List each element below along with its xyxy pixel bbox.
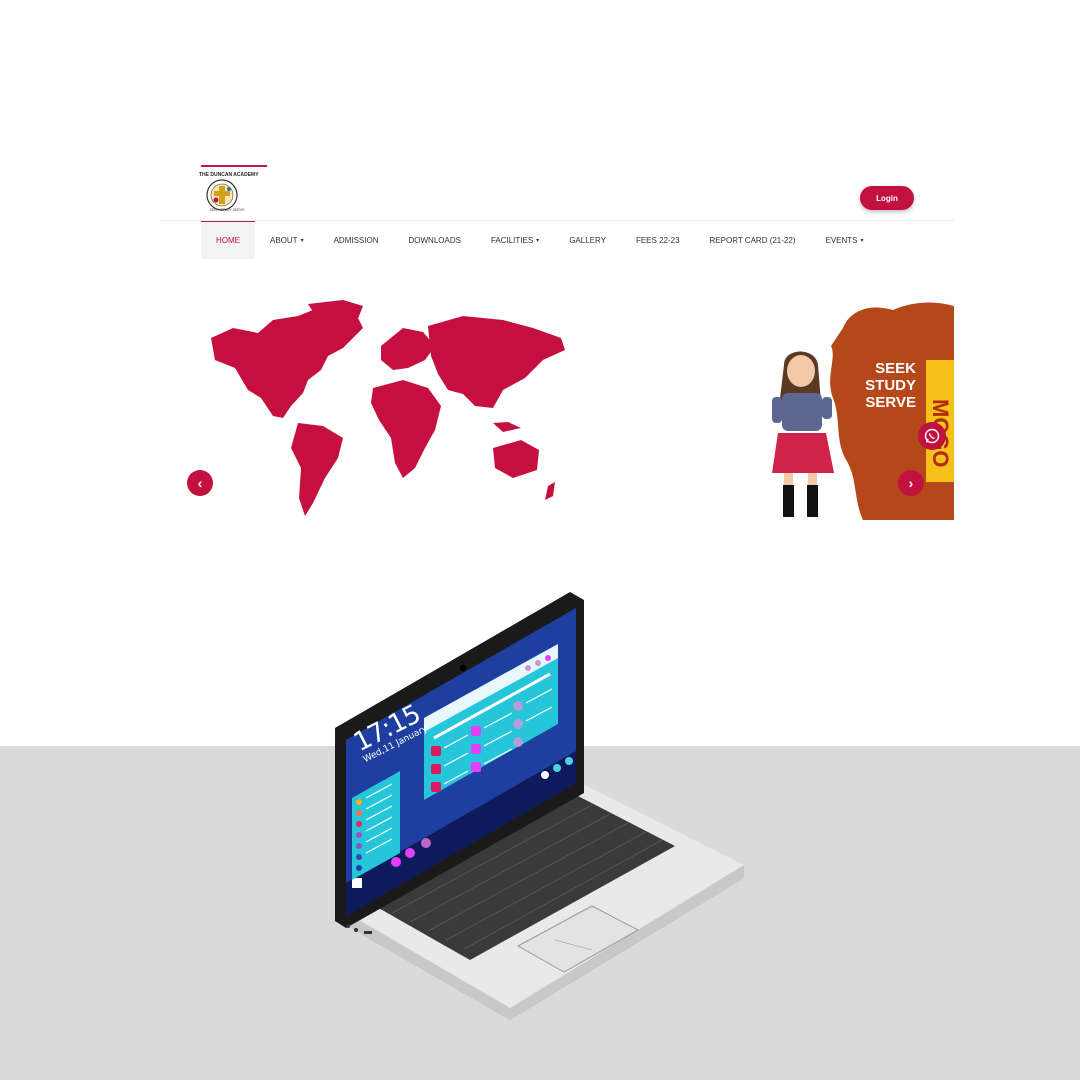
nav-label: HOME	[216, 236, 240, 245]
nav-label: REPORT CARD (21-22)	[709, 235, 796, 245]
website-screenshot: THE DUNCAN ACADEMY SEEK STUDY SERVE Logi…	[161, 160, 954, 520]
slogan-study: STUDY	[865, 377, 916, 394]
slogan-serve: SERVE	[865, 394, 916, 411]
carousel-next-button[interactable]: ›	[898, 470, 924, 496]
nav-label: FACILITIES	[490, 235, 534, 245]
nav-facilities[interactable]: FACILITIES ▾	[476, 221, 554, 259]
nav-label: ABOUT	[270, 235, 298, 245]
caret-down-icon: ▾	[536, 237, 540, 244]
whatsapp-button[interactable]	[918, 422, 946, 450]
nav-label: ADMISSION	[333, 235, 379, 245]
nav-events[interactable]: EVENTS ▾	[810, 221, 878, 259]
nav-home[interactable]: HOME	[201, 221, 255, 259]
main-nav: HOME ABOUT ▾ ADMISSION DOWNLOADS FACILITI…	[201, 221, 879, 259]
world-map-image	[211, 300, 565, 516]
logo-accent-line	[201, 165, 267, 167]
chevron-left-icon: ‹	[197, 475, 203, 491]
nav-gallery[interactable]: GALLERY	[554, 221, 621, 259]
nav-label: EVENTS	[825, 235, 858, 245]
caret-down-icon: ▾	[860, 237, 864, 244]
whatsapp-icon	[924, 428, 940, 444]
caret-down-icon: ▾	[300, 237, 304, 244]
nav-about[interactable]: ABOUT ▾	[255, 221, 319, 259]
nav-admission[interactable]: ADMISSION	[319, 221, 394, 259]
nav-report-card[interactable]: REPORT CARD (21-22)	[695, 221, 811, 259]
school-logo[interactable]: THE DUNCAN ACADEMY SEEK STUDY SERVE	[199, 172, 275, 220]
nav-label: FEES 22-23	[635, 235, 680, 245]
slogan-text: SEEK STUDY SERVE	[856, 360, 916, 411]
nav-label: DOWNLOADS	[408, 235, 461, 245]
student-illustration	[772, 351, 834, 517]
nav-downloads[interactable]: DOWNLOADS	[393, 221, 475, 259]
carousel-prev-button[interactable]: ‹	[187, 470, 213, 496]
laptop-illustration	[335, 592, 744, 1020]
nav-label: GALLERY	[569, 235, 606, 245]
crest-icon	[206, 179, 238, 211]
logo-motto: SEEK STUDY SERVE	[209, 208, 245, 212]
slogan-seek: SEEK	[875, 360, 916, 377]
nav-fees[interactable]: FEES 22-23	[621, 221, 695, 259]
chevron-right-icon: ›	[908, 475, 914, 491]
login-button[interactable]: Login	[860, 186, 914, 210]
